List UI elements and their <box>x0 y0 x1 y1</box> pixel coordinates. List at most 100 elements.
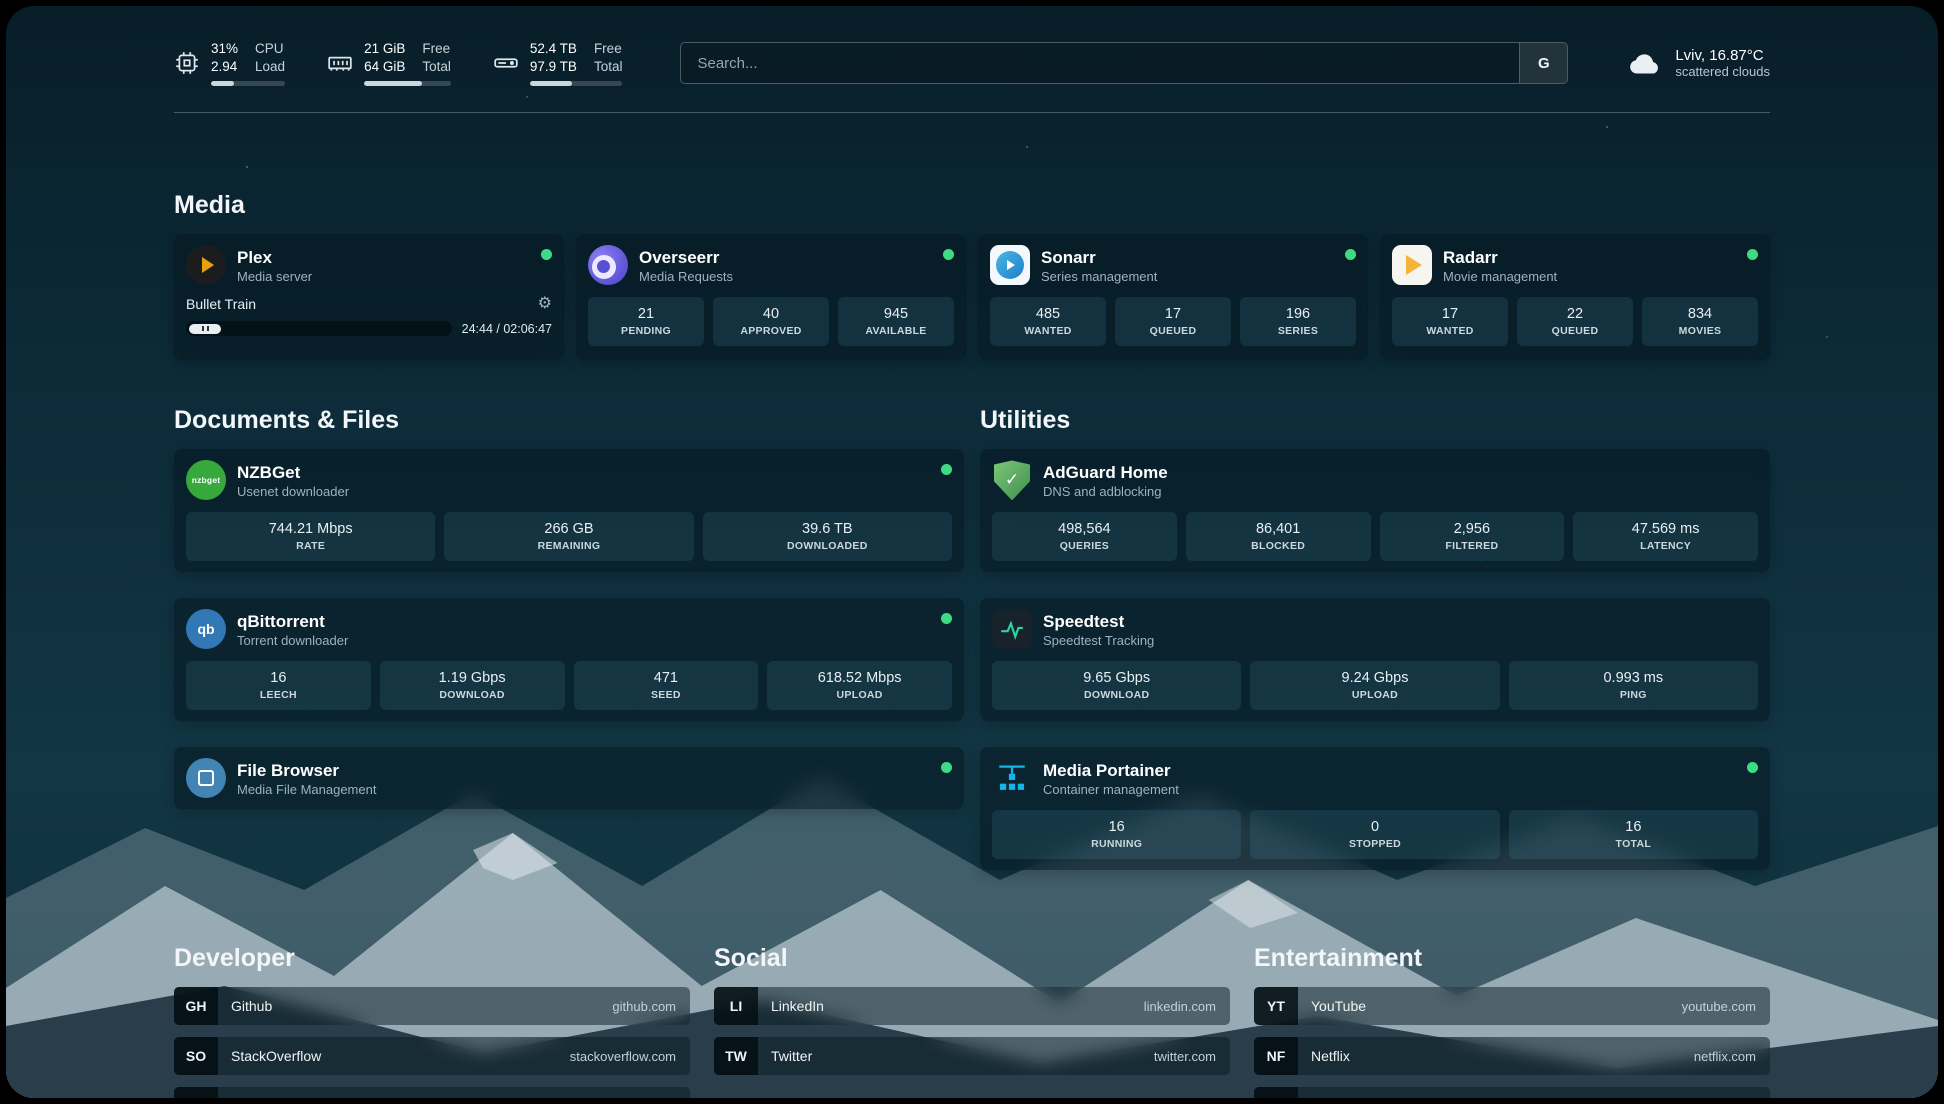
service-card-overseerr[interactable]: Overseerr Media Requests 21 PENDING 40 A… <box>576 234 966 360</box>
disk-label-1: Free <box>594 40 623 58</box>
section-title-media: Media <box>174 191 1770 220</box>
service-card-portainer[interactable]: Media Portainer Container management 16 … <box>980 747 1770 870</box>
service-desc: Movie management <box>1443 269 1557 284</box>
service-name: Plex <box>237 247 312 269</box>
playback-progress-bar[interactable] <box>186 321 452 336</box>
status-dot-online <box>943 249 954 260</box>
memory-progress-bar <box>364 81 451 86</box>
cpu-progress-fill <box>211 81 234 86</box>
section-title-social: Social <box>714 944 1230 973</box>
service-card-radarr[interactable]: Radarr Movie management 17 WANTED 22 QUE… <box>1380 234 1770 360</box>
status-dot-online <box>1747 249 1758 260</box>
memory-total: 64 GiB <box>364 58 405 76</box>
bookmark-name: YouTube <box>1311 998 1366 1014</box>
section-utilities: Utilities ✓ AdGuard Home DNS and adblock… <box>980 406 1770 870</box>
speedtest-icon <box>992 609 1032 649</box>
stat-movies: 834 MOVIES <box>1642 297 1758 346</box>
weather-widget: Lviv, 16.87°C scattered clouds <box>1626 45 1770 81</box>
bookmark-url: stackoverflow.com <box>570 1049 676 1064</box>
service-card-qbittorrent[interactable]: qb qBittorrent Torrent downloader 16 LEE… <box>174 598 964 721</box>
service-card-filebrowser[interactable]: File Browser Media File Management <box>174 747 964 809</box>
bookmark-stackoverflow[interactable]: SO StackOverflow stackoverflow.com <box>174 1037 690 1075</box>
bookmark-youtube[interactable]: YT YouTube youtube.com <box>1254 987 1770 1025</box>
playback-time: 24:44 / 02:06:47 <box>462 322 552 336</box>
plex-icon <box>186 245 226 285</box>
cpu-icon <box>174 50 200 76</box>
gear-icon[interactable]: ⚙ <box>538 296 552 312</box>
memory-label-1: Free <box>422 40 451 58</box>
bookmark-group-social: Social LI LinkedIn linkedin.com TW Twitt… <box>714 944 1230 1098</box>
bookmark-abbr: LI <box>714 987 758 1025</box>
bookmark-url: youtube.com <box>1682 999 1756 1014</box>
stat-rate: 744.21 Mbps RATE <box>186 512 435 561</box>
bookmark-twitter[interactable]: TW Twitter twitter.com <box>714 1037 1230 1075</box>
bookmark-abbr: RE <box>1254 1087 1298 1098</box>
stat-queries: 498,564 QUERIES <box>992 512 1177 561</box>
bookmark-url: linkedin.com <box>1144 999 1216 1014</box>
snow-specks <box>6 6 8 8</box>
bookmark-abbr: SO <box>174 1037 218 1075</box>
pause-icon[interactable] <box>189 324 221 334</box>
status-dot-online <box>941 464 952 475</box>
stat-upload: 9.24 Gbps UPLOAD <box>1250 661 1499 710</box>
service-card-sonarr[interactable]: Sonarr Series management 485 WANTED 17 Q… <box>978 234 1368 360</box>
stat-ping: 0.993 ms PING <box>1509 661 1758 710</box>
stat-queued: 22 QUEUED <box>1517 297 1633 346</box>
memory-widget: 21 GiB 64 GiB Free Total <box>327 40 451 86</box>
section-title-entertainment: Entertainment <box>1254 944 1770 973</box>
service-card-plex[interactable]: Plex Media server Bullet Train ⚙ 24:44 <box>174 234 564 360</box>
stat-download: 1.19 Gbps DOWNLOAD <box>380 661 565 710</box>
stat-stopped: 0 STOPPED <box>1250 810 1499 859</box>
stat-pending: 21 PENDING <box>588 297 704 346</box>
cpu-label-1: CPU <box>255 40 285 58</box>
service-desc: Series management <box>1041 269 1157 284</box>
service-name: Sonarr <box>1041 247 1157 269</box>
bookmark-netflix[interactable]: NF Netflix netflix.com <box>1254 1037 1770 1075</box>
bookmark-name: LinkedIn <box>771 998 824 1014</box>
service-card-adguard[interactable]: ✓ AdGuard Home DNS and adblocking 498,56… <box>980 449 1770 572</box>
search-bar: G <box>680 42 1568 84</box>
header-divider <box>174 112 1770 113</box>
service-name: Media Portainer <box>1043 760 1179 782</box>
stat-upload: 618.52 Mbps UPLOAD <box>767 661 952 710</box>
service-name: AdGuard Home <box>1043 462 1168 484</box>
section-documents: Documents & Files nzbget NZBGet Usenet d… <box>174 406 964 809</box>
service-name: Radarr <box>1443 247 1557 269</box>
search-input[interactable] <box>681 43 1519 83</box>
bookmark-url: github.com <box>612 999 676 1014</box>
status-dot-online <box>541 249 552 260</box>
search-provider-button[interactable]: G <box>1519 43 1567 83</box>
bookmark-reddit[interactable]: RE Reddit reddit.com <box>1254 1087 1770 1098</box>
cpu-widget: 31% 2.94 CPU Load <box>174 40 285 86</box>
disk-total: 97.9 TB <box>530 58 577 76</box>
stat-available: 945 AVAILABLE <box>838 297 954 346</box>
stat-downloaded: 39.6 TB DOWNLOADED <box>703 512 952 561</box>
service-card-speedtest[interactable]: Speedtest Speedtest Tracking 9.65 Gbps D… <box>980 598 1770 721</box>
bookmark-github[interactable]: GH Github github.com <box>174 987 690 1025</box>
bookmark-linkedin[interactable]: LI LinkedIn linkedin.com <box>714 987 1230 1025</box>
disk-progress-fill <box>530 81 573 86</box>
nzbget-icon: nzbget <box>186 460 226 500</box>
bookmark-abbr: GH <box>174 987 218 1025</box>
disk-icon <box>493 50 519 76</box>
cpu-label-2: Load <box>255 58 285 76</box>
stat-approved: 40 APPROVED <box>713 297 829 346</box>
service-desc: Container management <box>1043 782 1179 797</box>
service-card-nzbget[interactable]: nzbget NZBGet Usenet downloader 744.21 M… <box>174 449 964 572</box>
stat-queued: 17 QUEUED <box>1115 297 1231 346</box>
bookmark-name: StackOverflow <box>231 1048 321 1064</box>
status-dot-online <box>941 613 952 624</box>
bookmark-name: Netflix <box>1311 1048 1350 1064</box>
bookmark-dev[interactable]: DT DEV dev.to <box>174 1087 690 1098</box>
top-bar: 31% 2.94 CPU Load <box>174 40 1770 86</box>
status-dot-online <box>1345 249 1356 260</box>
stat-wanted: 485 WANTED <box>990 297 1106 346</box>
section-title-documents: Documents & Files <box>174 406 964 435</box>
service-desc: Media Requests <box>639 269 733 284</box>
bookmark-abbr: DT <box>174 1087 218 1098</box>
bookmark-url: netflix.com <box>1694 1049 1756 1064</box>
stat-wanted: 17 WANTED <box>1392 297 1508 346</box>
stat-total: 16 TOTAL <box>1509 810 1758 859</box>
weather-location: Lviv, 16.87°C <box>1675 47 1770 64</box>
overseerr-icon <box>588 245 628 285</box>
